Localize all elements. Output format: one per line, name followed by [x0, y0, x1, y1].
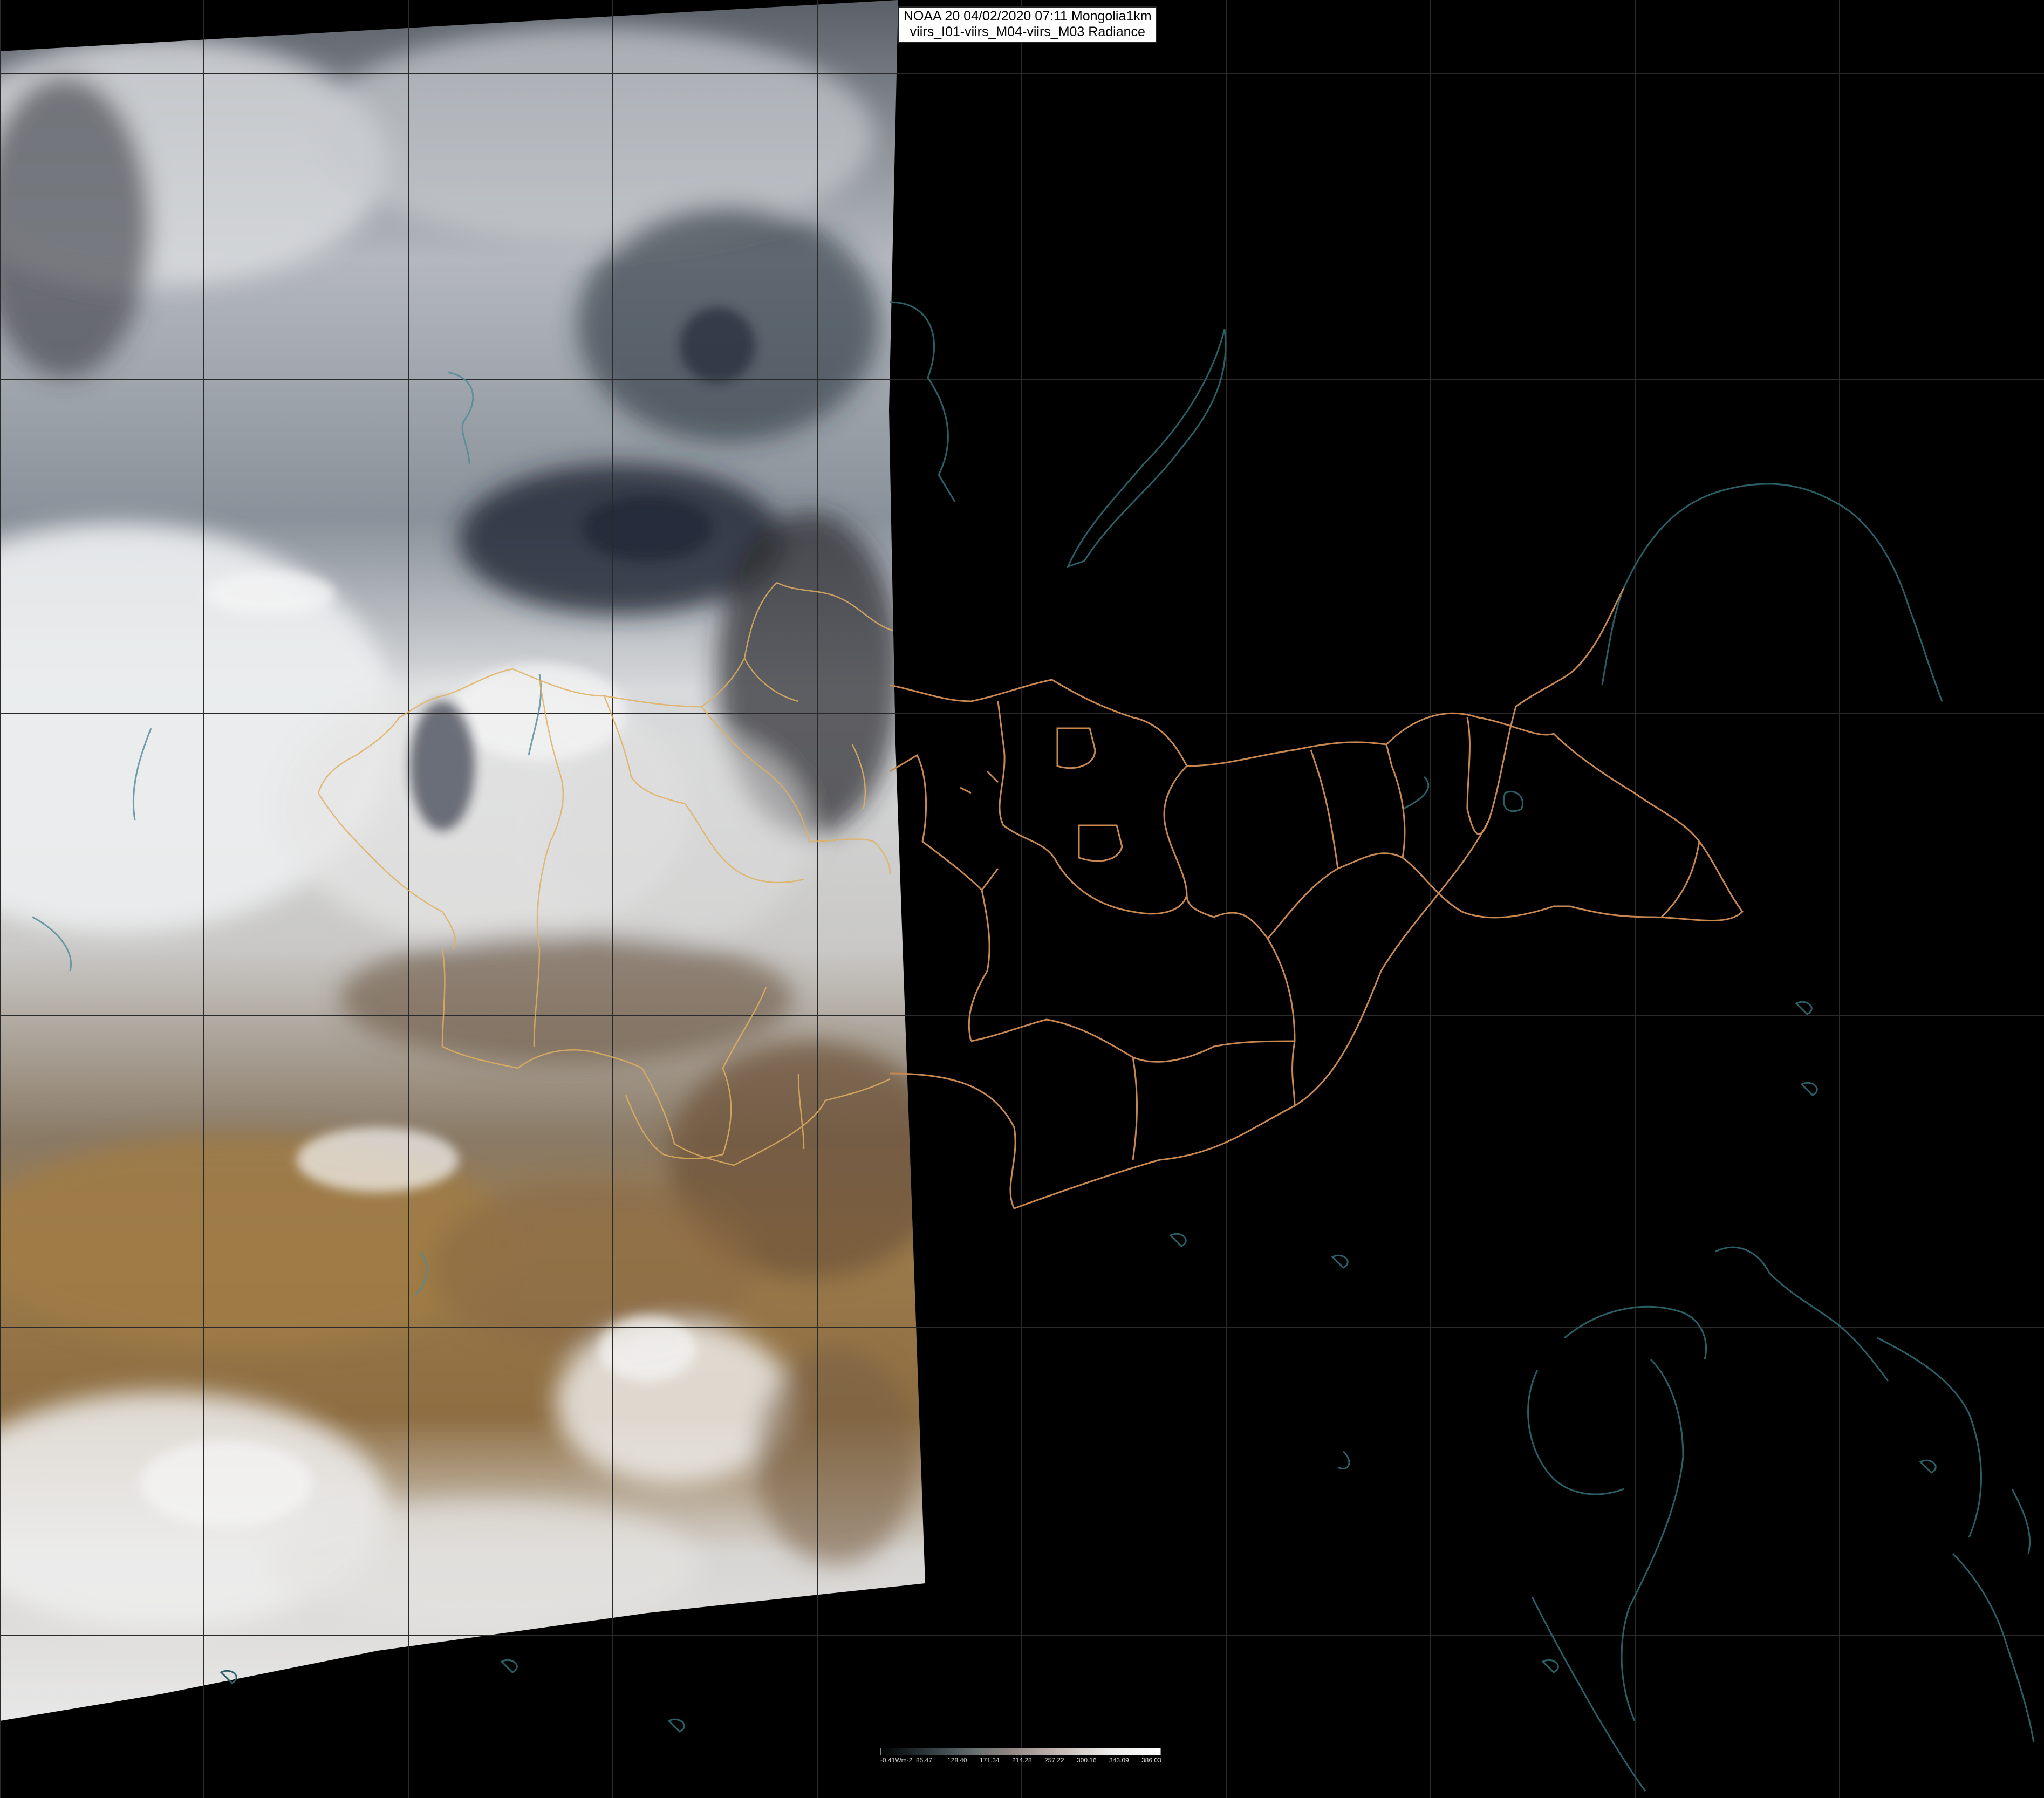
- colorbar-unit-label: -0.41Wm-2: [880, 1756, 913, 1764]
- colorbar-ramp: [880, 1748, 1161, 1755]
- colorbar-tick: 85.47: [916, 1756, 933, 1764]
- title-line-1: NOAA 20 04/02/2020 07:11 Mongolia1km: [904, 9, 1152, 24]
- colorbar-tick: 386.03: [1141, 1756, 1161, 1764]
- colorbar-tick: 343.09: [1109, 1756, 1129, 1764]
- title-line-2: viirs_I01-viirs_M04-viirs_M03 Radiance: [910, 24, 1145, 39]
- satellite-swath: [0, 0, 925, 1721]
- image-title-box: NOAA 20 04/02/2020 07:11 Mongolia1km vii…: [898, 6, 1157, 43]
- satellite-map: [0, 0, 2044, 1798]
- colorbar-tick: 214.28: [1012, 1756, 1032, 1764]
- radiance-colorbar: -0.41Wm-2 85.47 128.40 171.34 214.28 257…: [880, 1748, 1161, 1765]
- colorbar-tick: 128.40: [947, 1756, 967, 1764]
- colorbar-labels: -0.41Wm-2 85.47 128.40 171.34 214.28 257…: [880, 1756, 1161, 1765]
- colorbar-tick: 257.22: [1044, 1756, 1064, 1764]
- colorbar-tick: 171.34: [980, 1756, 1000, 1764]
- colorbar-tick: 300.16: [1077, 1756, 1097, 1764]
